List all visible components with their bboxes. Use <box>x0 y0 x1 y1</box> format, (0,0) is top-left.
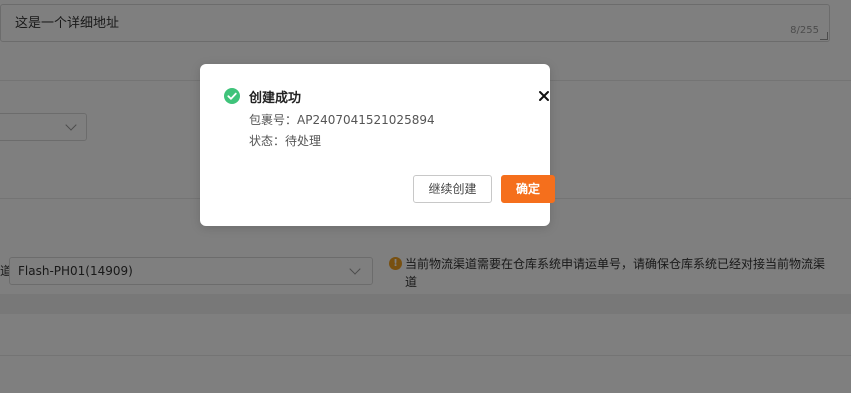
status-text: 状态：待处理 <box>249 134 322 148</box>
success-dialog: 创建成功 包裹号：AP2407041521025894 状态：待处理 继续创建 … <box>200 64 555 226</box>
check-circle-icon <box>224 88 240 104</box>
close-icon[interactable] <box>537 89 551 103</box>
package-number: 包裹号：AP2407041521025894 <box>249 113 435 127</box>
dialog-title: 创建成功 <box>249 91 302 106</box>
continue-create-button[interactable]: 继续创建 <box>413 175 492 203</box>
confirm-button[interactable]: 确定 <box>501 175 555 203</box>
